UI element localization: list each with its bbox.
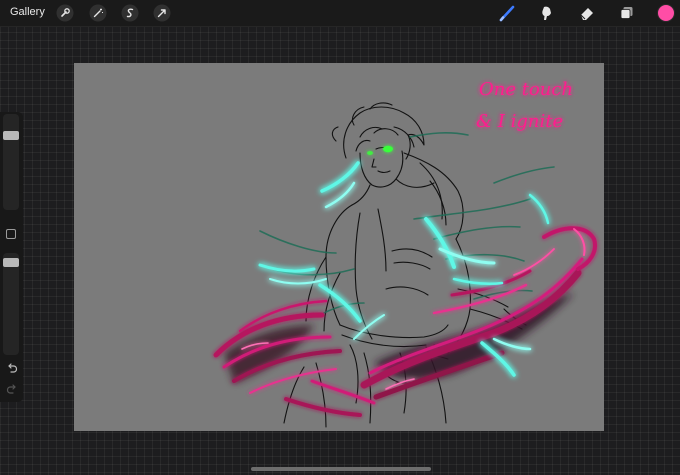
gallery-button[interactable]: Gallery bbox=[10, 6, 45, 18]
modify-button[interactable] bbox=[6, 229, 16, 239]
artwork: One touch & I ignite bbox=[213, 79, 597, 428]
brush-size-thumb[interactable] bbox=[3, 131, 19, 140]
teal-streaks bbox=[259, 132, 555, 314]
smudge-icon[interactable] bbox=[538, 4, 556, 22]
selection-icon[interactable] bbox=[121, 4, 139, 22]
left-sidebar bbox=[0, 112, 23, 402]
magic-wand-icon[interactable] bbox=[89, 4, 107, 22]
home-indicator[interactable] bbox=[251, 467, 431, 471]
cyan-energy-effects bbox=[258, 161, 550, 377]
caption-line-1: One touch bbox=[479, 79, 573, 100]
wrench-icon[interactable] bbox=[56, 4, 74, 22]
transform-arrow-icon[interactable] bbox=[153, 4, 171, 22]
eraser-icon[interactable] bbox=[578, 4, 596, 22]
undo-icon[interactable] bbox=[6, 362, 18, 374]
drawing-canvas[interactable]: One touch & I ignite bbox=[74, 63, 604, 431]
top-toolbar: Gallery bbox=[0, 0, 680, 27]
caption-line-2: & I ignite bbox=[476, 111, 563, 132]
opacity-thumb[interactable] bbox=[3, 258, 19, 267]
current-color-swatch[interactable] bbox=[657, 4, 675, 22]
brush-size-slider[interactable] bbox=[3, 114, 19, 210]
layers-icon[interactable] bbox=[618, 4, 636, 22]
brush-icon[interactable] bbox=[498, 4, 516, 22]
redo-icon[interactable] bbox=[6, 383, 18, 395]
handwritten-caption: One touch & I ignite bbox=[476, 79, 573, 132]
opacity-slider[interactable] bbox=[3, 253, 19, 355]
